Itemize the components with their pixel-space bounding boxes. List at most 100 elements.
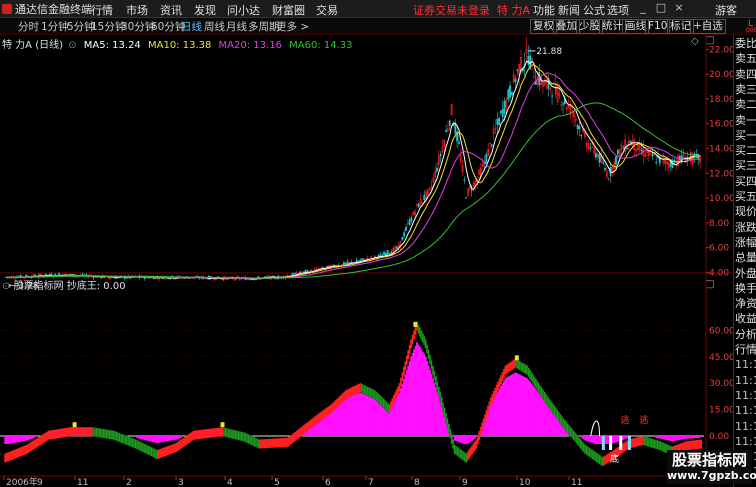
menu-hangqing[interactable]: 行情 bbox=[91, 2, 113, 18]
candle-body bbox=[379, 254, 382, 256]
quote-field[interactable]: 卖四 bbox=[735, 68, 756, 81]
candle-body bbox=[408, 219, 411, 225]
candle-body bbox=[616, 149, 619, 155]
price-tick-label: 20.00 bbox=[709, 70, 733, 80]
candle-body bbox=[640, 149, 643, 152]
quote-field[interactable]: 11:1 bbox=[735, 358, 756, 371]
quote-field[interactable]: 涨幅 bbox=[735, 236, 756, 249]
guest-label[interactable]: 游客 bbox=[715, 2, 737, 18]
bottom-signal-bar bbox=[601, 436, 605, 450]
menu-caifuquan[interactable]: 财富圈 bbox=[272, 2, 305, 18]
watermark-url: www.7gpzb.com bbox=[667, 469, 756, 482]
quote-field[interactable]: 涨跌 bbox=[735, 221, 756, 234]
price-tick-label: 22.00 bbox=[709, 45, 733, 55]
quote-field[interactable]: 换手 bbox=[735, 282, 756, 295]
quote-field[interactable]: 卖三 bbox=[735, 83, 756, 96]
quote-field[interactable]: 外盘 bbox=[735, 267, 756, 280]
candle-body bbox=[249, 279, 252, 281]
login-status[interactable]: 证券交易未登录 特 力A bbox=[413, 2, 530, 18]
indicator-info: ⊙ 股票指标网 抄底王: 0.00 bbox=[2, 277, 126, 292]
quote-field[interactable]: 净资 bbox=[735, 297, 756, 310]
candle-body bbox=[622, 148, 625, 150]
quote-field[interactable]: 分析 bbox=[735, 328, 756, 341]
quote-field[interactable]: 11:1 bbox=[735, 404, 756, 417]
quote-field[interactable]: 卖二 bbox=[735, 98, 756, 111]
quote-field[interactable]: 卖一 bbox=[735, 114, 756, 127]
close-icon[interactable]: × bbox=[672, 1, 686, 15]
candle-body bbox=[470, 189, 473, 191]
indicator-settings-icon[interactable]: ⊙ bbox=[2, 281, 10, 292]
indicator-peak-mark bbox=[220, 422, 225, 428]
ma5-line bbox=[6, 60, 701, 280]
candle-body bbox=[604, 168, 606, 171]
quote-field[interactable]: 买四 bbox=[735, 175, 756, 188]
quote-field[interactable]: 11:1 bbox=[735, 389, 756, 402]
price-tick-label: 16.00 bbox=[709, 120, 733, 130]
quote-field[interactable]: 总量 bbox=[735, 251, 756, 264]
indicator-peak-mark bbox=[514, 355, 519, 361]
app-title: 通达信金融终端 bbox=[2, 1, 92, 17]
candle-body bbox=[143, 277, 146, 279]
watermark-title: 股票指标网 bbox=[671, 451, 747, 469]
candle-body bbox=[257, 276, 259, 278]
app-name: 通达信金融终端 bbox=[15, 3, 92, 16]
x-tick-label: 6 bbox=[325, 478, 331, 487]
period-1min[interactable]: 1分钟 bbox=[41, 19, 69, 34]
candle-body bbox=[651, 153, 654, 157]
price-tick-label: 12.00 bbox=[709, 169, 733, 179]
candle-body bbox=[595, 153, 597, 158]
candle-body bbox=[578, 126, 581, 130]
menu-gongneng[interactable]: 功能 bbox=[533, 2, 555, 18]
tool-zixuan[interactable]: +自选 bbox=[690, 19, 726, 34]
menu-xuanxiang[interactable]: 选项 bbox=[607, 2, 629, 18]
period-more[interactable]: 更多 > bbox=[276, 19, 309, 34]
menu-jiaoyi[interactable]: 交易 bbox=[316, 2, 338, 18]
candles-group bbox=[5, 37, 701, 282]
menu-faxian[interactable]: 发现 bbox=[194, 2, 216, 18]
maximize-icon[interactable]: □ bbox=[654, 1, 668, 15]
period-multi[interactable]: 多周期 bbox=[248, 19, 280, 34]
menu-wenxiaoda[interactable]: 问小达 bbox=[227, 2, 260, 18]
period-daily[interactable]: 日线 bbox=[181, 19, 202, 34]
minimize-icon[interactable]: _ bbox=[636, 1, 650, 15]
candle-body bbox=[346, 261, 349, 264]
menu-gongshi[interactable]: 公式 bbox=[583, 2, 605, 18]
menu-shichang[interactable]: 市场 bbox=[126, 2, 148, 18]
quote-field[interactable]: 卖五 bbox=[735, 52, 756, 65]
quote-field[interactable]: 11:1 bbox=[735, 435, 756, 448]
quote-field[interactable]: 行情 bbox=[735, 343, 756, 356]
indicator-peak-mark bbox=[72, 422, 77, 428]
indicator-area-bar bbox=[626, 436, 629, 439]
period-fenshi[interactable]: 分时 bbox=[18, 19, 39, 34]
candle-body bbox=[626, 147, 628, 150]
candle-body bbox=[361, 258, 364, 261]
quote-field[interactable]: 买二 bbox=[735, 144, 756, 157]
candle-body bbox=[576, 124, 579, 129]
quote-field[interactable]: 现价 bbox=[735, 205, 756, 218]
quote-field[interactable]: 买三 bbox=[735, 159, 756, 172]
quote-field[interactable]: 11:1 bbox=[735, 420, 756, 433]
quote-field[interactable]: 11:1 bbox=[735, 374, 756, 387]
menu-zixun[interactable]: 资讯 bbox=[160, 2, 182, 18]
candle-body bbox=[629, 141, 632, 144]
candle-body bbox=[403, 232, 406, 237]
candle-body bbox=[326, 265, 329, 268]
candle-body bbox=[410, 217, 413, 222]
stock-tag: 特 力A bbox=[497, 4, 531, 17]
period-weekly[interactable]: 周线 bbox=[204, 19, 225, 34]
bottom-signal-bar bbox=[609, 436, 613, 450]
candle-body bbox=[291, 273, 294, 276]
period-monthly[interactable]: 月线 bbox=[226, 19, 247, 34]
indicator-group: 逃逃底 bbox=[4, 321, 703, 467]
quote-field[interactable]: 收益 bbox=[735, 312, 756, 325]
quote-field[interactable]: 买一 bbox=[735, 129, 756, 142]
candle-body bbox=[423, 195, 426, 201]
quote-field[interactable]: 买五 bbox=[735, 190, 756, 203]
quote-field[interactable]: 委比 bbox=[735, 37, 756, 50]
menu-bar: 通达信金融终端 行情 市场 资讯 发现 问小达 财富圈 交易 证券交易未登录 特… bbox=[0, 0, 756, 18]
candle-body bbox=[417, 203, 420, 208]
x-tick-label: 11 bbox=[77, 478, 88, 487]
candle-body bbox=[395, 246, 398, 249]
menu-xinwen[interactable]: 新闻 bbox=[558, 2, 580, 18]
candle-body bbox=[405, 227, 407, 231]
